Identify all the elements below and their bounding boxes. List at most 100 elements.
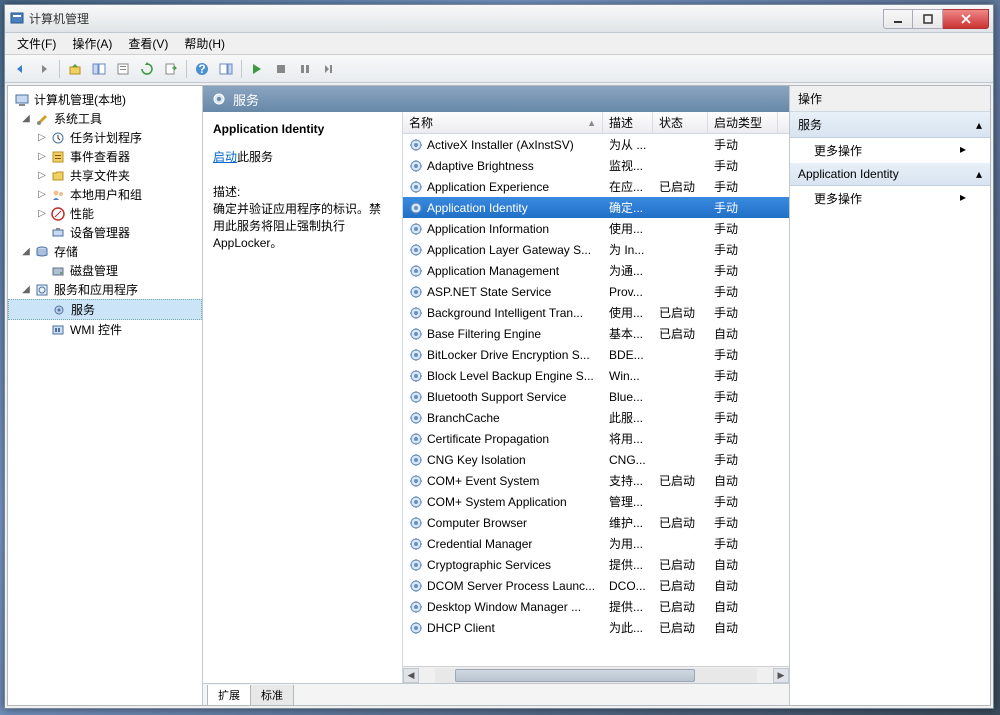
menu-view[interactable]: 查看(V) — [120, 33, 176, 54]
service-row[interactable]: Bluetooth Support ServiceBlue...手动 — [403, 386, 789, 407]
pause-service-button[interactable] — [294, 58, 316, 80]
cell-status: 已启动 — [653, 178, 708, 195]
tree-storage[interactable]: ◢ 存储 — [8, 242, 202, 261]
service-row[interactable]: Application Identity确定...手动 — [403, 197, 789, 218]
col-status[interactable]: 状态 — [653, 112, 708, 133]
collapse-icon[interactable]: ◢ — [20, 246, 32, 257]
tree-root[interactable]: 计算机管理(本地) — [8, 90, 202, 109]
minimize-button[interactable] — [883, 9, 913, 29]
col-desc[interactable]: 描述 — [603, 112, 653, 133]
tab-extended[interactable]: 扩展 — [207, 685, 251, 706]
menu-help[interactable]: 帮助(H) — [176, 33, 233, 54]
action-pane-button[interactable] — [215, 58, 237, 80]
tree-performance[interactable]: ▷ 性能 — [8, 204, 202, 223]
scroll-track[interactable] — [435, 668, 757, 683]
show-hide-tree-button[interactable] — [88, 58, 110, 80]
service-row[interactable]: ASP.NET State ServiceProv...手动 — [403, 281, 789, 302]
cell-name: BranchCache — [403, 411, 603, 425]
service-row[interactable]: DHCP Client为此...已启动自动 — [403, 617, 789, 638]
expand-icon[interactable]: ▷ — [36, 208, 48, 219]
menu-file[interactable]: 文件(F) — [9, 33, 64, 54]
collapse-icon[interactable]: ◢ — [20, 113, 32, 124]
service-row[interactable]: DCOM Server Process Launc...DCO...已启动自动 — [403, 575, 789, 596]
cell-desc: 为 In... — [603, 241, 653, 258]
cell-startup: 手动 — [708, 430, 778, 447]
cell-desc: 为用... — [603, 535, 653, 552]
cell-status: 已启动 — [653, 304, 708, 321]
service-row[interactable]: BitLocker Drive Encryption S...BDE...手动 — [403, 344, 789, 365]
tree-task-scheduler[interactable]: ▷ 任务计划程序 — [8, 128, 202, 147]
expand-icon[interactable]: ▷ — [36, 132, 48, 143]
expand-icon[interactable]: ▷ — [36, 189, 48, 200]
action-more-2[interactable]: 更多操作 ▸ — [790, 186, 990, 211]
stop-service-button[interactable] — [270, 58, 292, 80]
cell-desc: 在应... — [603, 178, 653, 195]
service-row[interactable]: Background Intelligent Tran...使用...已启动手动 — [403, 302, 789, 323]
up-button[interactable] — [64, 58, 86, 80]
tree-local-users[interactable]: ▷ 本地用户和组 — [8, 185, 202, 204]
service-row[interactable]: COM+ Event System支持...已启动自动 — [403, 470, 789, 491]
menu-action[interactable]: 操作(A) — [64, 33, 120, 54]
scroll-thumb[interactable] — [455, 669, 695, 682]
refresh-button[interactable] — [136, 58, 158, 80]
export-button[interactable] — [160, 58, 182, 80]
service-row[interactable]: ActiveX Installer (AxInstSV)为从 ...手动 — [403, 134, 789, 155]
service-row[interactable]: CNG Key IsolationCNG...手动 — [403, 449, 789, 470]
collapse-icon[interactable]: ◢ — [20, 284, 32, 295]
tree-label: 性能 — [68, 205, 94, 222]
properties-button[interactable] — [112, 58, 134, 80]
cell-status: 已启动 — [653, 556, 708, 573]
help-button[interactable]: ? — [191, 58, 213, 80]
restart-service-button[interactable] — [318, 58, 340, 80]
scroll-left-button[interactable]: ◀ — [403, 668, 419, 683]
service-row[interactable]: Application Information使用...手动 — [403, 218, 789, 239]
tree-disk-mgmt[interactable]: 磁盘管理 — [8, 261, 202, 280]
tree-wmi[interactable]: WMI 控件 — [8, 320, 202, 339]
titlebar[interactable]: 计算机管理 — [5, 5, 993, 33]
start-service-button[interactable] — [246, 58, 268, 80]
expand-icon[interactable]: ▷ — [36, 170, 48, 181]
action-pane-title: 操作 — [790, 86, 990, 112]
maximize-button[interactable] — [913, 9, 943, 29]
scroll-right-button[interactable]: ▶ — [773, 668, 789, 683]
tree-device-manager[interactable]: 设备管理器 — [8, 223, 202, 242]
tree-pane[interactable]: 计算机管理(本地) ◢ 系统工具 ▷ 任务计划程序 ▷ 事件查看器 ▷ 共享文件… — [8, 86, 203, 705]
service-row[interactable]: Adaptive Brightness监视...手动 — [403, 155, 789, 176]
col-name[interactable]: 名称▲ — [403, 112, 603, 133]
service-row[interactable]: Cryptographic Services提供...已启动自动 — [403, 554, 789, 575]
service-row[interactable]: COM+ System Application管理...手动 — [403, 491, 789, 512]
service-row[interactable]: Application Layer Gateway S...为 In...手动 — [403, 239, 789, 260]
tree-event-viewer[interactable]: ▷ 事件查看器 — [8, 147, 202, 166]
tab-standard[interactable]: 标准 — [250, 685, 294, 706]
service-row[interactable]: Base Filtering Engine基本...已启动自动 — [403, 323, 789, 344]
action-section-label: Application Identity — [798, 167, 899, 181]
forward-button[interactable] — [33, 58, 55, 80]
tree-shared-folders[interactable]: ▷ 共享文件夹 — [8, 166, 202, 185]
service-row[interactable]: BranchCache此服...手动 — [403, 407, 789, 428]
col-startup[interactable]: 启动类型 — [708, 112, 778, 133]
expand-icon[interactable]: ▷ — [36, 151, 48, 162]
cell-name: Adaptive Brightness — [403, 159, 603, 173]
service-row[interactable]: Block Level Backup Engine S...Win...手动 — [403, 365, 789, 386]
cell-startup: 手动 — [708, 346, 778, 363]
back-button[interactable] — [9, 58, 31, 80]
list-body[interactable]: ActiveX Installer (AxInstSV)为从 ...手动Adap… — [403, 134, 789, 666]
action-more-1[interactable]: 更多操作 ▸ — [790, 138, 990, 163]
start-link[interactable]: 启动 — [213, 150, 237, 164]
service-row[interactable]: Application Management为通...手动 — [403, 260, 789, 281]
service-row[interactable]: Desktop Window Manager ...提供...已启动自动 — [403, 596, 789, 617]
service-row[interactable]: Credential Manager为用...手动 — [403, 533, 789, 554]
cell-name: Bluetooth Support Service — [403, 390, 603, 404]
action-section-services[interactable]: 服务 ▴ — [790, 112, 990, 138]
horizontal-scrollbar[interactable]: ◀ ▶ — [403, 666, 789, 683]
service-row[interactable]: Certificate Propagation将用...手动 — [403, 428, 789, 449]
tree-services[interactable]: 服务 — [8, 299, 202, 320]
service-row[interactable]: Computer Browser维护...已启动手动 — [403, 512, 789, 533]
cell-desc: 此服... — [603, 409, 653, 426]
service-row[interactable]: Application Experience在应...已启动手动 — [403, 176, 789, 197]
action-item-label: 更多操作 — [814, 142, 862, 159]
action-section-selected[interactable]: Application Identity ▴ — [790, 163, 990, 186]
tree-services-apps[interactable]: ◢ 服务和应用程序 — [8, 280, 202, 299]
tree-system-tools[interactable]: ◢ 系统工具 — [8, 109, 202, 128]
close-button[interactable] — [943, 9, 989, 29]
